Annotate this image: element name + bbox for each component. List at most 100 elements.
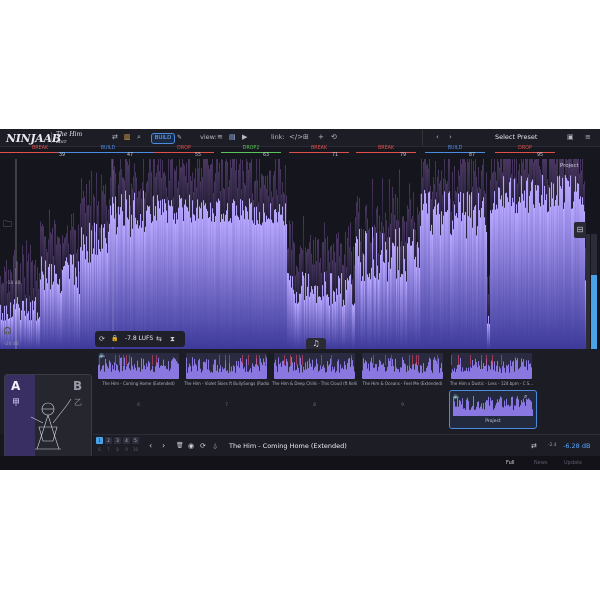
section-bar (221, 152, 281, 153)
the-him-logo: The Him EDIT (56, 131, 82, 145)
metronome-icon[interactable]: ⍙ (213, 435, 217, 457)
hourglass-icon[interactable]: ⧗ (170, 331, 175, 347)
section-bar (425, 152, 485, 153)
ab-panel: A 甲 B 乙 (4, 374, 92, 458)
song-title: The Him & Oceans - Feel Me (Extended) (362, 381, 443, 386)
bar-number: 87 (469, 153, 476, 158)
refresh-icon[interactable]: ⟳ (99, 331, 105, 347)
build-button[interactable]: BUILD (151, 133, 175, 144)
sync-icon[interactable]: ⟳ (200, 435, 206, 457)
slot-button[interactable]: 6 (96, 446, 103, 453)
code-icon[interactable]: </> (289, 129, 303, 146)
level-db[interactable]: -6.28 dB (563, 435, 590, 457)
swap-transport-icon[interactable]: ⇄ (531, 435, 537, 457)
chevron-right-icon[interactable]: › (449, 129, 452, 146)
section-label[interactable]: BREAK (371, 146, 401, 151)
song-thumbnail (451, 353, 532, 379)
section-label[interactable]: DROP (169, 146, 199, 151)
bar-number: 95 (537, 153, 544, 158)
eye-icon[interactable]: ◉ (188, 435, 194, 457)
song-thumbnail (362, 353, 443, 379)
bars-icon[interactable]: ▥ (124, 129, 131, 146)
the-him-logo-sub: EDIT (56, 139, 67, 144)
loop-icon[interactable]: ⟲ (331, 129, 337, 146)
headphones-icon[interactable]: 🎧 (3, 327, 12, 335)
swap-icon[interactable]: ⇄ (112, 129, 118, 146)
ab-b-sub: 乙 (74, 398, 82, 407)
project-card-thumb (453, 394, 533, 416)
playlist-song[interactable]: The Him - Coming Home (Extended) 6 🔈 (96, 349, 181, 414)
footer-update[interactable]: Update (564, 456, 582, 470)
now-playing-title: The Him - Coming Home (Extended) (229, 442, 347, 450)
waveform-icon[interactable]: ≋ (217, 129, 223, 146)
db-label-top: -18 dB (6, 281, 21, 286)
section-bar (495, 152, 555, 153)
section-label[interactable]: BREAK (25, 146, 55, 151)
song-thumbnail (98, 353, 179, 379)
project-label: Project (560, 163, 579, 169)
section-bar (58, 152, 158, 153)
ab-a-label[interactable]: A (11, 379, 20, 393)
speaker-icon[interactable]: 🔈 (99, 352, 106, 359)
slot-button[interactable]: 8 (114, 446, 121, 453)
footer-bar: Full News Update (0, 456, 600, 470)
section-ruler: BREAK BUILD DROP DROP2 BREAK BREAK BUILD DROP 39… (0, 146, 600, 159)
footer-news[interactable]: News (534, 456, 548, 470)
slot-button[interactable]: 5 (132, 437, 139, 444)
top-toolbar: NINJAAB The Him EDIT ⇄ ▥ ⌕ BUILD ✎ view:… (0, 129, 600, 147)
lock-icon[interactable]: 🔒 (111, 331, 118, 347)
bar-number: 71 (332, 153, 339, 158)
logo-divider (51, 132, 52, 143)
chevron-forward-icon[interactable]: › (162, 435, 165, 457)
menu-icon[interactable]: ≡ (585, 129, 591, 146)
slot-button[interactable]: 1 (96, 437, 103, 444)
bar-number: 79 (400, 153, 407, 158)
shuffle-icon[interactable]: ⇆ (156, 331, 162, 347)
speaker-icon[interactable]: 🔈 (453, 393, 460, 400)
search-card-icon[interactable]: ⌕ (524, 393, 527, 401)
level-small: -2.4 (548, 443, 557, 448)
section-bar (154, 152, 214, 153)
project-card[interactable]: 🔈 ⌕ Project (449, 390, 537, 429)
pencil-icon[interactable]: ✎ (177, 129, 182, 146)
project-card-label: Project (485, 419, 501, 424)
section-label[interactable]: BUILD (93, 146, 123, 151)
ninja-illustration (30, 398, 72, 450)
slot-grid: 1 2 3 4 5 6 7 8 9 10 (96, 437, 146, 455)
link-icon[interactable]: ⊞ (303, 129, 309, 146)
plus-icon[interactable]: + (318, 129, 324, 146)
chevron-back-icon[interactable]: ‹ (149, 435, 152, 457)
song-number: 8 (313, 403, 316, 408)
playlist-song[interactable]: The Him & Deep Chills - This Cloud (ft K… (272, 349, 357, 414)
link-label: link: (271, 133, 285, 141)
bar-number: 63 (263, 153, 270, 158)
slot-button[interactable]: 7 (105, 446, 112, 453)
footer-full[interactable]: Full (506, 456, 515, 470)
preset-select[interactable]: Select Preset (495, 129, 537, 146)
trash-icon[interactable]: 🗑 (176, 435, 184, 457)
lufs-strip: ⟳ 🔒 -7.8 LUFS ⇆ ⧗ (95, 331, 185, 347)
slot-button[interactable]: 10 (132, 446, 139, 453)
play-icon[interactable]: ▶ (242, 129, 247, 146)
section-bar (356, 152, 416, 153)
slot-button[interactable]: 2 (105, 437, 112, 444)
section-label[interactable]: DROP (510, 146, 540, 151)
playlist-song[interactable]: The Him - Violet Skies ft BullySongs (Ra… (184, 349, 269, 414)
slot-button[interactable]: 9 (123, 446, 130, 453)
playlist-song[interactable]: The Him & Oceans - Feel Me (Extended) 9 (360, 349, 445, 414)
search-icon[interactable]: ⌕ (137, 129, 141, 146)
chevron-left-icon[interactable]: ‹ (436, 129, 439, 146)
slot-button[interactable]: 4 (123, 437, 130, 444)
section-label[interactable]: BREAK (304, 146, 334, 151)
folder-icon[interactable]: 🗀 (3, 217, 12, 233)
ab-b-label[interactable]: B (73, 379, 82, 393)
save-icon[interactable]: ▣ (567, 129, 574, 146)
waveform-display[interactable] (0, 159, 600, 349)
section-label[interactable]: BUILD (440, 146, 470, 151)
section-label[interactable]: DROP2 (236, 146, 266, 151)
section-bar (289, 152, 349, 153)
edit-icon[interactable]: ▤ (229, 129, 236, 146)
bar-number: 55 (195, 153, 202, 158)
slot-button[interactable]: 3 (114, 437, 121, 444)
sliders-icon[interactable]: ⊟ (574, 222, 586, 238)
